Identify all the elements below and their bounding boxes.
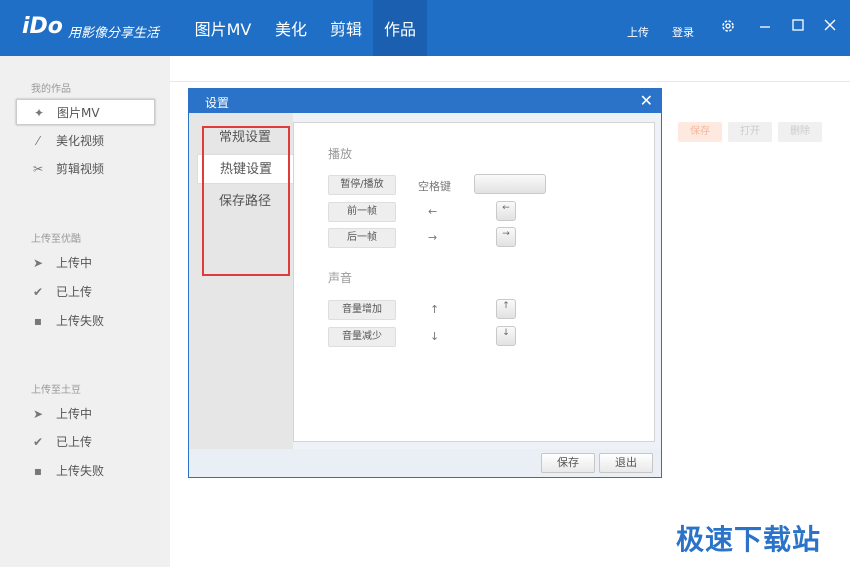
sidebar-item-label: 美化视频 xyxy=(56,134,105,148)
warning-icon: ▪ xyxy=(33,314,43,328)
section-play-title: 播放 xyxy=(328,147,353,161)
sidebar-item-label: 已上传 xyxy=(56,435,93,449)
sidebar-item-tudou-uploading[interactable]: ➤ 上传中 xyxy=(16,401,155,427)
tab-edit[interactable]: 剪辑 xyxy=(319,0,373,56)
tab-works[interactable]: 作品 xyxy=(373,0,427,56)
close-icon[interactable] xyxy=(820,18,840,38)
hotkey-label-volume-up: 音量增加 xyxy=(328,300,396,320)
sidebar-item-label: 图片MV xyxy=(57,106,100,120)
sidebar-group-tudou: 上传至土豆 xyxy=(31,385,81,396)
hotkey-value-volume-up: ↑ xyxy=(430,303,440,316)
hotkey-value-pause-play: 空格键 xyxy=(418,180,451,193)
left-arrow-key[interactable]: ← xyxy=(496,201,516,221)
sidebar-item-beautify-video[interactable]: ⁄ 美化视频 xyxy=(16,128,155,154)
sidebar-item-tudou-failed[interactable]: ▪ 上传失败 xyxy=(16,458,155,484)
dialog-titlebar: 设置 ✕ xyxy=(189,89,661,113)
magic-wand-icon: ⁄ xyxy=(36,134,39,148)
check-icon: ✔ xyxy=(32,435,44,449)
save-button[interactable]: 保存 xyxy=(541,453,595,473)
login-link[interactable]: 登录 xyxy=(672,24,694,40)
down-arrow-key[interactable]: ↓ xyxy=(496,326,516,346)
sidebar: 我的作品 ✦ 图片MV ⁄ 美化视频 ✂ 剪辑视频 上传至优酷 ➤ 上传中 ✔ … xyxy=(0,56,170,567)
gear-icon[interactable] xyxy=(718,18,738,38)
app-header: iDo 用影像分享生活 图片MV 美化 剪辑 作品 上传 登录 xyxy=(0,0,850,56)
bg-delete-button[interactable]: 删除 xyxy=(778,122,822,142)
right-arrow-key[interactable]: → xyxy=(496,227,516,247)
runner-icon: ✦ xyxy=(33,106,45,120)
sidebar-item-label: 上传中 xyxy=(56,407,93,421)
sidebar-item-tudou-uploaded[interactable]: ✔ 已上传 xyxy=(16,429,155,455)
main-divider xyxy=(170,81,850,82)
upload-link[interactable]: 上传 xyxy=(627,24,649,40)
sidebar-item-youku-uploaded[interactable]: ✔ 已上传 xyxy=(16,279,155,305)
paper-plane-icon: ➤ xyxy=(32,407,44,421)
bg-open-button[interactable]: 打开 xyxy=(728,122,772,142)
check-icon: ✔ xyxy=(32,285,44,299)
hotkey-label-next-frame: 后一帧 xyxy=(328,228,396,248)
sidebar-item-label: 剪辑视频 xyxy=(56,162,105,176)
dialog-footer: 保存 退出 xyxy=(189,449,661,477)
warning-icon: ▪ xyxy=(33,464,43,478)
highlight-box xyxy=(202,126,290,276)
sidebar-item-youku-failed[interactable]: ▪ 上传失败 xyxy=(16,308,155,334)
exit-button[interactable]: 退出 xyxy=(599,453,653,473)
dialog-close-icon[interactable]: ✕ xyxy=(640,91,653,110)
sidebar-item-edit-video[interactable]: ✂ 剪辑视频 xyxy=(16,156,155,182)
watermark: 极速下载站 xyxy=(676,523,822,556)
tab-beautify[interactable]: 美化 xyxy=(263,0,319,56)
up-arrow-key[interactable]: ↑ xyxy=(496,299,516,319)
sidebar-item-label: 上传失败 xyxy=(56,314,105,328)
sidebar-item-youku-uploading[interactable]: ➤ 上传中 xyxy=(16,250,155,276)
hotkey-panel: 播放 暂停/播放 空格键 前一帧 ← ← 后一帧 → → 声音 音量增加 ↑ ↑… xyxy=(293,122,655,442)
app-logo: iDo xyxy=(22,14,63,39)
bg-save-button[interactable]: 保存 xyxy=(678,122,722,142)
scissors-icon: ✂ xyxy=(32,162,44,176)
hotkey-value-prev-frame: ← xyxy=(428,205,438,218)
dialog-title: 设置 xyxy=(205,96,230,110)
maximize-icon[interactable] xyxy=(788,18,808,38)
hotkey-value-volume-down: ↓ xyxy=(430,330,440,343)
hotkey-label-volume-down: 音量减少 xyxy=(328,327,396,347)
spacebar-key[interactable] xyxy=(474,174,546,194)
sidebar-item-label: 上传中 xyxy=(56,256,93,270)
minimize-icon[interactable] xyxy=(755,18,775,38)
paper-plane-icon: ➤ xyxy=(32,256,44,270)
hotkey-value-next-frame: → xyxy=(428,231,438,244)
sidebar-group-youku: 上传至优酷 xyxy=(31,234,81,245)
section-sound-title: 声音 xyxy=(328,271,353,285)
sidebar-group-my-works: 我的作品 xyxy=(31,84,71,95)
hotkey-label-pause-play: 暂停/播放 xyxy=(328,175,396,195)
sidebar-item-label: 上传失败 xyxy=(56,464,105,478)
sidebar-item-label: 已上传 xyxy=(56,285,93,299)
hotkey-label-prev-frame: 前一帧 xyxy=(328,202,396,222)
sidebar-item-picture-mv[interactable]: ✦ 图片MV xyxy=(16,99,155,125)
app-slogan: 用影像分享生活 xyxy=(68,26,160,41)
tab-picture-mv[interactable]: 图片MV xyxy=(183,0,263,56)
